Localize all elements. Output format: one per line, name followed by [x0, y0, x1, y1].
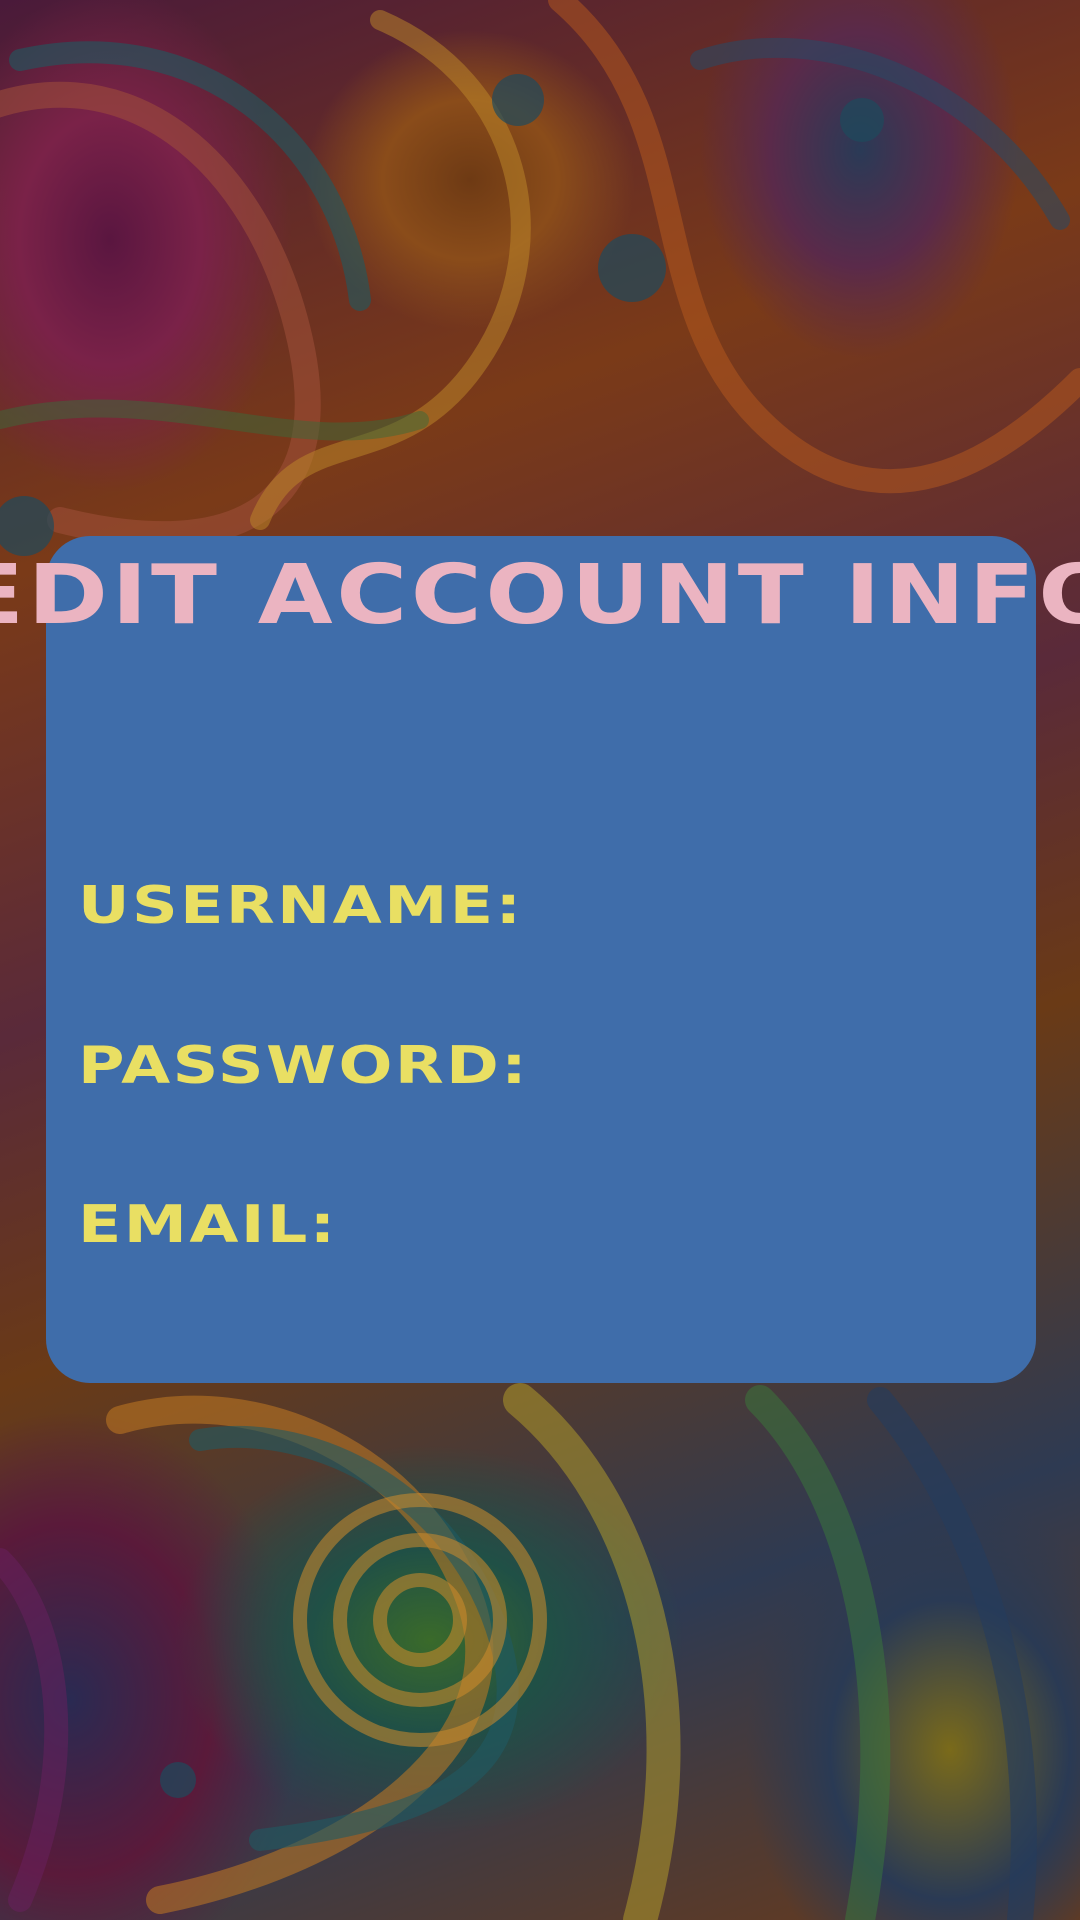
edit-account-card: EDIT ACCOUNT INFO USERNAME: PASSWORD: EM… [0, 536, 1080, 1383]
username-label: USERNAME: [78, 876, 524, 936]
password-label: PASSWORD: [78, 1036, 530, 1096]
page-title: EDIT ACCOUNT INFO [0, 548, 1080, 643]
email-label: EMAIL: [78, 1195, 338, 1255]
